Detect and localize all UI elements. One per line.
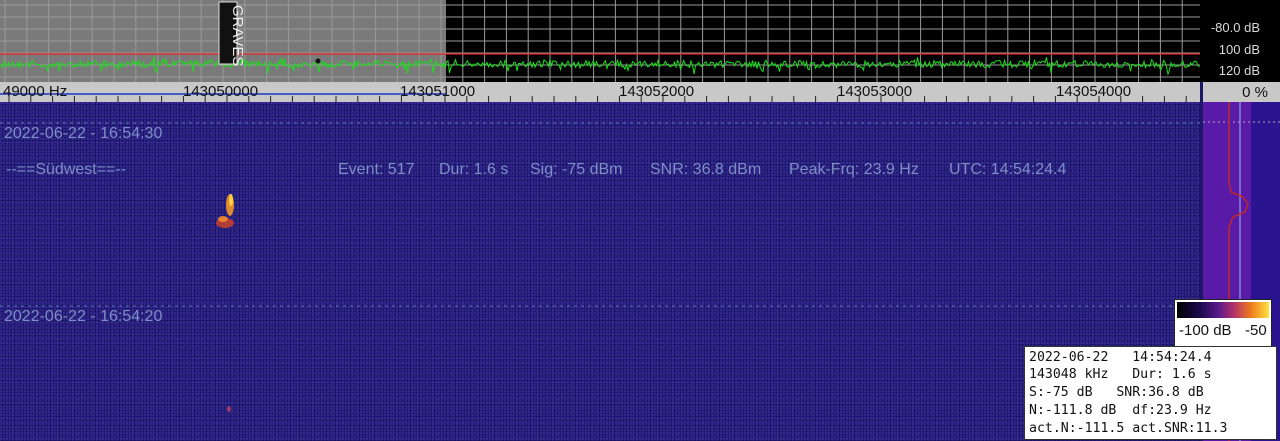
waterfall-overlay bbox=[0, 122, 1200, 412]
info-line-actual: act.N:-111.5 act.SNR:11.3 bbox=[1029, 421, 1228, 436]
graves-marker: GRAVES bbox=[218, 1, 246, 66]
event-duration: Dur: 1.6 s bbox=[439, 161, 509, 178]
percent-indicator: 0 % bbox=[1203, 82, 1280, 102]
peak-dot bbox=[315, 58, 321, 64]
freq-label-143053000: 143053000 bbox=[837, 83, 913, 100]
color-scale-bar bbox=[1177, 302, 1269, 318]
waterfall-display[interactable]: 2022-06-22 - 16:54:30 --==Südwest==-- Ev… bbox=[0, 102, 1200, 441]
frequency-axis[interactable]: 49000 Hz 143050000 143051000 143052000 1… bbox=[0, 82, 1200, 102]
freq-label-143054000: 143054000 bbox=[1056, 83, 1132, 100]
db-label-100: 100 dB bbox=[1218, 42, 1260, 57]
color-scale-low: -100 dB bbox=[1179, 322, 1232, 339]
db-label-120: 120 dB bbox=[1218, 63, 1260, 78]
event-utc: UTC: 14:54:24.4 bbox=[949, 161, 1067, 178]
color-scale-high: -50 bbox=[1245, 322, 1267, 339]
timestamp-2: 2022-06-22 - 16:54:20 bbox=[4, 308, 163, 325]
db-label-80: -80.0 dB bbox=[1210, 20, 1260, 35]
graves-marker-label: GRAVES bbox=[229, 5, 246, 66]
info-line-freq: 143048 kHz Dur: 1.6 s bbox=[1029, 367, 1212, 382]
freq-label-143050000: 143050000 bbox=[183, 83, 259, 100]
spectrum-display[interactable]: GRAVES bbox=[0, 0, 1200, 82]
spectrum-lab-window: GRAVES -80.0 dB 100 dB 120 dB 49000 Hz 1… bbox=[0, 0, 1280, 441]
freq-label-143051000: 143051000 bbox=[400, 83, 476, 100]
freq-label-start: 49000 Hz bbox=[3, 83, 68, 100]
station-label: --==Südwest==-- bbox=[6, 161, 127, 178]
timestamp-1: 2022-06-22 - 16:54:30 bbox=[4, 125, 163, 142]
event-snr: SNR: 36.8 dBm bbox=[650, 161, 762, 178]
event-signal: Sig: -75 dBm bbox=[530, 161, 623, 178]
meteor-echo bbox=[216, 194, 234, 412]
info-line-noise: N:-111.8 dB df:23.9 Hz bbox=[1029, 403, 1212, 418]
spectrum-graph: GRAVES bbox=[0, 0, 1200, 82]
event-number: Event: 517 bbox=[338, 161, 415, 178]
event-peak-freq: Peak-Frq: 23.9 Hz bbox=[789, 161, 919, 178]
event-info-panel: 2022-06-22 14:54:24.4 143048 kHz Dur: 1.… bbox=[1024, 346, 1277, 440]
percent-value: 0 % bbox=[1242, 84, 1268, 101]
frequency-ticks bbox=[0, 93, 1187, 102]
color-scale-legend: -100 dB -50 bbox=[1174, 299, 1272, 347]
info-line-signal: S:-75 dB SNR:36.8 dB bbox=[1029, 385, 1204, 400]
info-line-datetime: 2022-06-22 14:54:24.4 bbox=[1029, 350, 1212, 365]
freq-label-143052000: 143052000 bbox=[619, 83, 695, 100]
db-scale: -80.0 dB 100 dB 120 dB bbox=[1200, 0, 1280, 82]
